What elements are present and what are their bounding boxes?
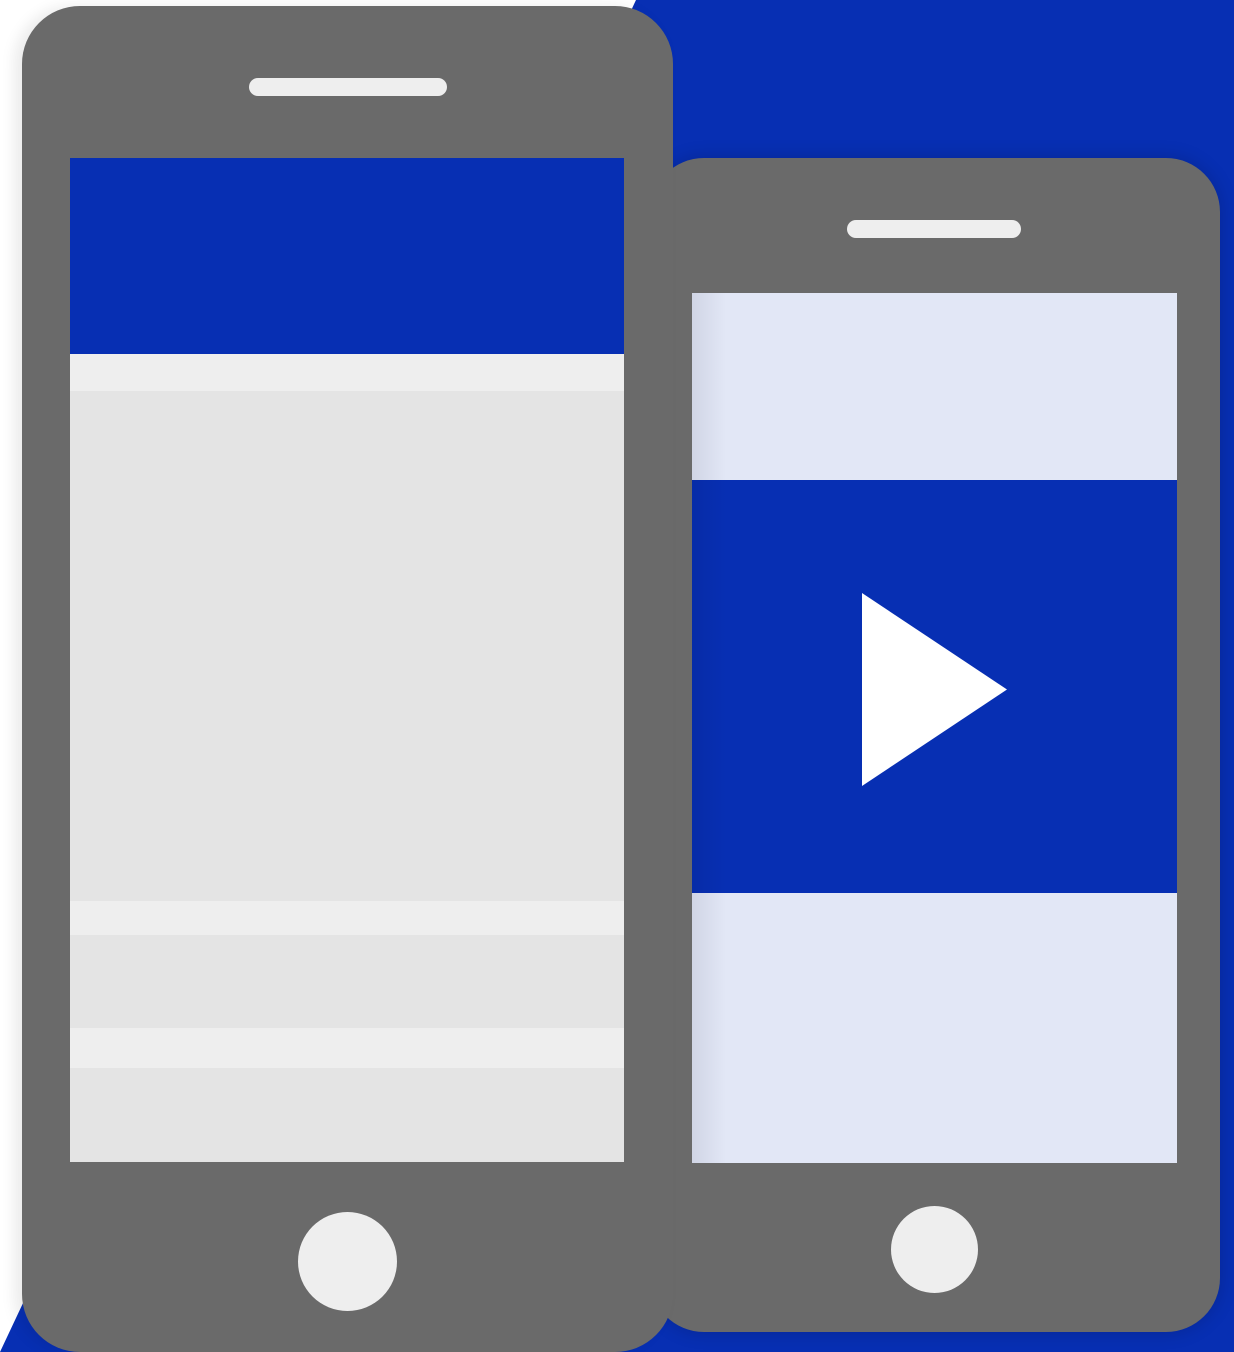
home-button [298, 1212, 397, 1311]
play-icon [862, 593, 1007, 786]
content-card [70, 935, 624, 1028]
screen-divider-strip [70, 1028, 624, 1068]
main-content-card [70, 391, 624, 901]
phone-speaker [847, 220, 1021, 238]
screen-header-block [70, 158, 624, 354]
phone-illustration [0, 0, 1234, 1352]
video-phone [650, 158, 1220, 1332]
content-phone [22, 6, 673, 1352]
screen-divider-strip [70, 354, 624, 391]
content-phone-screen [70, 158, 624, 1162]
video-bottom-area [692, 893, 1177, 1163]
phone-speaker [249, 78, 447, 96]
content-card [70, 1068, 624, 1162]
screen-divider-strip [70, 901, 624, 935]
video-phone-screen [692, 293, 1177, 1163]
video-player [692, 480, 1177, 893]
home-button [891, 1206, 978, 1293]
video-top-area [692, 293, 1177, 480]
